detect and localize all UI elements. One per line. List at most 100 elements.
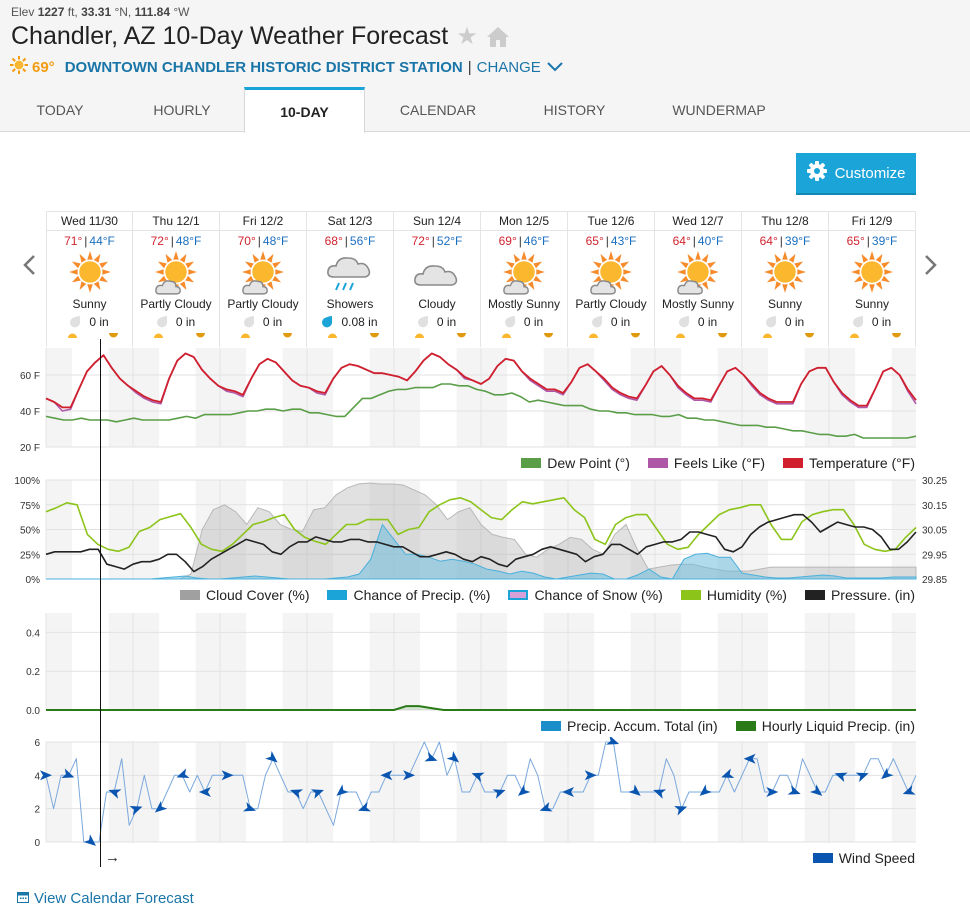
sunrise-icon: [676, 333, 685, 338]
tab-10-day[interactable]: 10-DAY: [244, 87, 365, 133]
sunset-icon: [631, 333, 640, 338]
legend-swatch: [647, 458, 668, 468]
day-column[interactable]: Fri 12/2 70° | 48°F Partly Cloudy 0 in: [220, 212, 307, 347]
favorite-star-icon[interactable]: ★: [456, 22, 478, 51]
raindrop-icon: [765, 316, 776, 328]
daylight-band: [333, 613, 370, 710]
daylight-band: [420, 613, 457, 710]
day-hi-lo: 70° | 48°F: [237, 234, 289, 248]
station-row: 69° DOWNTOWN CHANDLER HISTORIC DISTRICT …: [10, 56, 563, 78]
daylight-band: [246, 742, 283, 842]
partly-cloudy-icon: [133, 249, 219, 297]
day-column[interactable]: Fri 12/9 65° | 39°F Sunny 0 in: [829, 212, 916, 347]
day-hi-lo: 72° | 48°F: [150, 234, 202, 248]
tab-today[interactable]: TODAY: [0, 87, 120, 132]
legend-feels-like[interactable]: Feels Like (°F): [647, 455, 765, 471]
location-coordinates: Elev 1227 ft, 33.31 °N, 111.84 °W: [11, 5, 190, 19]
legend-chance-snow[interactable]: Chance of Snow (%): [508, 587, 663, 603]
day-condition: Partly Cloudy: [575, 297, 647, 311]
home-icon[interactable]: [486, 26, 510, 48]
y-tick-label: 60 F: [20, 371, 40, 382]
legend-precip-accum[interactable]: Precip. Accum. Total (in): [541, 718, 718, 734]
day-name: Wed 12/7: [655, 212, 741, 231]
day-low: 43°F: [610, 234, 637, 248]
y-tick-label: 6: [34, 738, 40, 749]
day-precip-amount: 0.08 in: [341, 315, 378, 329]
raindrop-icon: [504, 316, 515, 328]
day-column[interactable]: Sat 12/3 68° | 56°F Showers 0.08 in: [307, 212, 394, 347]
calendar-icon: [17, 890, 29, 907]
tab-calendar[interactable]: CALENDAR: [365, 87, 511, 132]
legend-pressure[interactable]: Pressure. (in): [804, 587, 915, 603]
temperature-legend: Dew Point (°) Feels Like (°F) Temperatur…: [521, 455, 915, 471]
sun-icon: [10, 56, 28, 78]
cloudy-icon: [394, 249, 480, 297]
day-name: Sat 12/3: [307, 212, 393, 231]
day-high: 72°: [150, 234, 169, 248]
legend-swatch: [804, 590, 825, 600]
daylight-band: [507, 613, 544, 710]
day-low: 48°F: [262, 234, 289, 248]
day-column[interactable]: Wed 11/30 71° | 44°F Sunny 0 in: [46, 212, 133, 347]
y-tick-label-left: 25%: [20, 550, 40, 561]
y-tick-label-right: 30.15: [922, 501, 947, 512]
day-column[interactable]: Mon 12/5 69° | 46°F Mostly Sunny 0 in: [481, 212, 568, 347]
wind-chart: 0 2 4 6 Wind Speed: [0, 735, 970, 872]
sunset-icon: [196, 333, 205, 338]
legend-hourly-liquid[interactable]: Hourly Liquid Precip. (in): [735, 718, 915, 734]
legend-temperature[interactable]: Temperature (°F): [783, 455, 915, 471]
daylight-band: [594, 613, 631, 710]
day-column[interactable]: Sun 12/4 72° | 52°F Cloudy 0 in: [394, 212, 481, 347]
day-low: 52°F: [436, 234, 463, 248]
day-column[interactable]: Thu 12/8 64° | 39°F Sunny 0 in: [742, 212, 829, 347]
legend-chance-precip[interactable]: Chance of Precip. (%): [327, 587, 490, 603]
current-temperature: 69°: [32, 58, 55, 76]
current-time-arrow: →: [105, 849, 120, 866]
sunset-icon: [544, 333, 553, 338]
day-column[interactable]: Tue 12/6 65° | 43°F Partly Cloudy 0 in: [568, 212, 655, 347]
day-low: 40°F: [697, 234, 724, 248]
tab-history[interactable]: HISTORY: [511, 87, 638, 132]
day-column[interactable]: Wed 12/7 64° | 40°F Mostly Sunny 0 in: [655, 212, 742, 347]
next-days-chevron-icon[interactable]: [924, 252, 938, 283]
customize-button[interactable]: Customize: [796, 153, 916, 195]
sunrise-icon: [502, 333, 511, 338]
legend-swatch: [327, 590, 348, 600]
previous-days-chevron-icon[interactable]: [22, 252, 36, 283]
day-precip-amount: 0 in: [610, 315, 631, 329]
page-title: Chandler, AZ 10-Day Weather Forecast: [11, 22, 449, 50]
sunrise-icon: [589, 333, 598, 338]
day-condition: Showers: [326, 297, 374, 311]
station-name-link[interactable]: DOWNTOWN CHANDLER HISTORIC DISTRICT STAT…: [65, 59, 463, 76]
day-column[interactable]: Thu 12/1 72° | 48°F Partly Cloudy 0 in: [133, 212, 220, 347]
chevron-down-icon[interactable]: [547, 59, 563, 76]
view-calendar-forecast-link[interactable]: View Calendar Forecast: [17, 890, 194, 907]
day-precip-amount: 0 in: [523, 315, 544, 329]
y-tick-label: 40 F: [20, 407, 40, 418]
legend-cloud-cover[interactable]: Cloud Cover (%): [180, 587, 309, 603]
change-station-link[interactable]: CHANGE: [477, 59, 541, 76]
day-low: 48°F: [175, 234, 202, 248]
legend-wind-speed[interactable]: Wind Speed: [812, 850, 915, 866]
y-tick-label-right: 30.05: [922, 526, 947, 537]
legend-swatch: [812, 853, 833, 863]
day-hi-lo: 71° | 44°F: [64, 234, 115, 248]
gear-icon: [806, 161, 827, 185]
tab-wundermap[interactable]: WUNDERMAP: [638, 87, 800, 132]
sunny-icon: [742, 249, 828, 297]
day-low: 56°F: [349, 234, 376, 248]
daylight-band: [333, 348, 370, 447]
y-tick-label: 0.0: [26, 706, 40, 717]
day-high: 68°: [324, 234, 343, 248]
partly-cloudy-icon: [655, 249, 741, 297]
y-tick-label: 4: [34, 771, 40, 782]
daylight-band: [768, 613, 805, 710]
tab-hourly[interactable]: HOURLY: [120, 87, 244, 132]
precipitation-chart: 0.0 0.2 0.4 Precip. Accum. Total (in) Hour…: [0, 605, 970, 740]
y-tick-label: 0.2: [26, 667, 40, 678]
daylight-band: [72, 742, 109, 842]
y-tick-label-right: 29.85: [922, 575, 947, 586]
legend-dew-point[interactable]: Dew Point (°): [521, 455, 630, 471]
legend-humidity[interactable]: Humidity (%): [680, 587, 787, 603]
daylight-band: [420, 348, 457, 447]
